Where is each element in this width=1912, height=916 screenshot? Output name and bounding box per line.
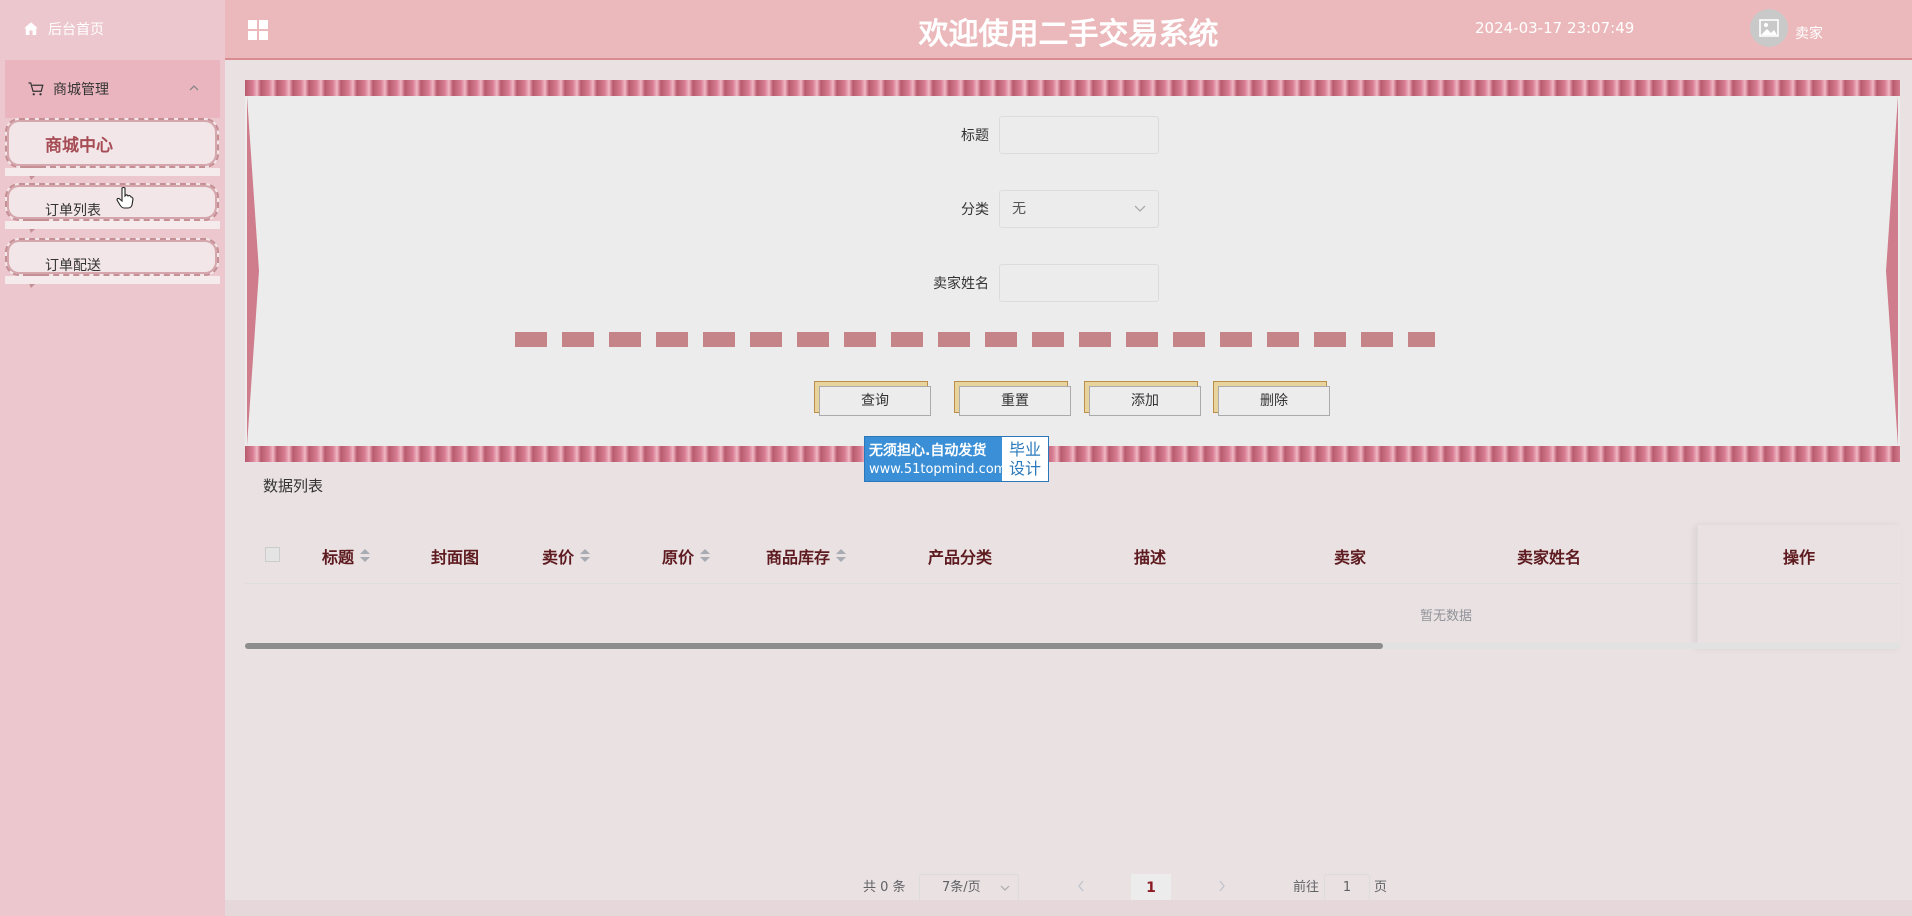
column-label: 产品分类 [928, 548, 993, 567]
seller-name-label: 卖家姓名 [933, 276, 989, 292]
divider [5, 221, 220, 229]
chevron-down-icon [1134, 205, 1146, 212]
page-size-select[interactable]: 7条/页 [919, 874, 1019, 902]
pagination-total: 共 0 条 [863, 880, 906, 895]
watermark-line1: 无须担心.自动发货 [869, 443, 987, 459]
column-label: 标题 [322, 548, 355, 567]
sort-icon[interactable] [836, 549, 847, 563]
fixed-actions-column [1697, 525, 1901, 649]
column-header-title[interactable]: 标题 [322, 544, 371, 568]
scrollbar-thumb[interactable] [245, 643, 1383, 649]
category-field-row: 分类 无 [914, 190, 1159, 228]
sidebar-item-label: 订单配送 [45, 258, 101, 274]
decorative-dash-divider [515, 332, 1435, 347]
query-button[interactable]: 查询 [819, 386, 931, 416]
empty-table-text: 暂无数据 [1420, 609, 1473, 624]
column-label: 卖家姓名 [1517, 548, 1582, 567]
sidebar-item-label: 订单列表 [45, 203, 101, 219]
page-number-current[interactable]: 1 [1131, 874, 1171, 902]
sidebar: 后台首页 商城管理 商城中心 订单列表 订单配送 [0, 0, 225, 916]
column-label: 卖家 [1334, 548, 1367, 567]
watermark-badge: 无须担心.自动发货 www.51topmind.com 毕业 设计 [864, 436, 1049, 482]
category-select-value: 无 [1012, 201, 1026, 217]
goto-page-input[interactable]: 1 [1324, 874, 1370, 902]
sidebar-home-link[interactable]: 后台首页 [22, 18, 104, 40]
decorative-border-left [247, 96, 259, 446]
sidebar-item-label: 商城中心 [45, 136, 113, 156]
column-header-cover: 封面图 [431, 544, 479, 568]
avatar[interactable] [1750, 9, 1788, 47]
column-label: 原价 [662, 548, 695, 567]
column-label: 描述 [1134, 548, 1167, 567]
table-header: 标题 封面图 卖价 原价 商品库存 产品分类 描述 卖家 卖家姓名 操作 [245, 525, 1900, 584]
column-header-seller: 卖家 [1334, 544, 1366, 568]
watermark-line2: www.51topmind.com [869, 462, 1007, 477]
seller-field-row: 卖家姓名 [914, 264, 1159, 302]
column-header-stock[interactable]: 商品库存 [766, 544, 847, 568]
divider [5, 168, 220, 176]
top-header: 欢迎使用二手交易系统 2024-03-17 23:07:49 卖家 [225, 0, 1912, 60]
column-label: 卖价 [542, 548, 575, 567]
chevron-up-icon [189, 85, 199, 91]
header-username[interactable]: 卖家 [1795, 23, 1823, 43]
decorative-border-bottom [245, 446, 1900, 462]
sort-icon[interactable] [700, 549, 711, 563]
sidebar-menu-label: 商城管理 [53, 82, 109, 98]
sidebar-menu-shop[interactable]: 商城管理 [5, 60, 220, 118]
sort-icon[interactable] [360, 549, 371, 563]
column-header-price[interactable]: 卖价 [542, 544, 591, 568]
chevron-right-icon [1219, 880, 1225, 892]
add-button[interactable]: 添加 [1089, 386, 1201, 416]
column-label: 封面图 [431, 548, 480, 567]
divider [5, 276, 220, 284]
reset-button[interactable]: 重置 [959, 386, 1071, 416]
column-header-description: 描述 [1134, 544, 1166, 568]
title-label: 标题 [961, 128, 989, 144]
home-icon [24, 22, 38, 35]
header-datetime: 2024-03-17 23:07:49 [1475, 19, 1635, 37]
page-title: 欢迎使用二手交易系统 [918, 17, 1219, 52]
hand-cursor-icon [116, 186, 134, 209]
sort-icon[interactable] [580, 549, 591, 563]
chevron-down-icon [1000, 885, 1010, 891]
page-suffix-label: 页 [1374, 880, 1388, 895]
select-all-checkbox[interactable] [265, 547, 280, 562]
sidebar-item-order-delivery[interactable]: 订单配送 [5, 238, 219, 288]
data-list-title: 数据列表 [263, 477, 324, 495]
goto-label: 前往 [1293, 880, 1320, 895]
chevron-left-icon [1078, 880, 1084, 892]
column-header-seller-name: 卖家姓名 [1517, 544, 1581, 568]
column-header-category: 产品分类 [928, 544, 992, 568]
horizontal-scrollbar[interactable] [245, 643, 1900, 649]
column-label: 商品库存 [766, 548, 831, 567]
sidebar-home-label: 后台首页 [48, 22, 104, 38]
footer-strip [225, 900, 1912, 916]
image-icon [1759, 19, 1779, 37]
column-header-original-price[interactable]: 原价 [662, 544, 711, 568]
search-panel: 标题 分类 无 卖家姓名 查询 重置 添加 删除 [245, 80, 1900, 462]
delete-button[interactable]: 删除 [1218, 386, 1330, 416]
decorative-border-right [1886, 96, 1898, 446]
sidebar-item-order-list[interactable]: 订单列表 [5, 183, 219, 233]
page-size-value: 7条/页 [942, 880, 981, 895]
next-page-button[interactable] [1202, 874, 1242, 902]
decorative-border-top [245, 80, 1900, 96]
category-label: 分类 [961, 202, 989, 218]
cart-icon [28, 82, 44, 96]
watermark-side2: 设计 [1008, 459, 1041, 478]
category-select[interactable]: 无 [999, 190, 1159, 228]
watermark-side1: 毕业 [1008, 440, 1041, 459]
sidebar-item-shop-center[interactable]: 商城中心 [5, 118, 219, 180]
prev-page-button[interactable] [1061, 874, 1101, 902]
title-input[interactable] [999, 116, 1159, 154]
seller-name-input[interactable] [999, 264, 1159, 302]
title-field-row: 标题 [914, 116, 1159, 154]
